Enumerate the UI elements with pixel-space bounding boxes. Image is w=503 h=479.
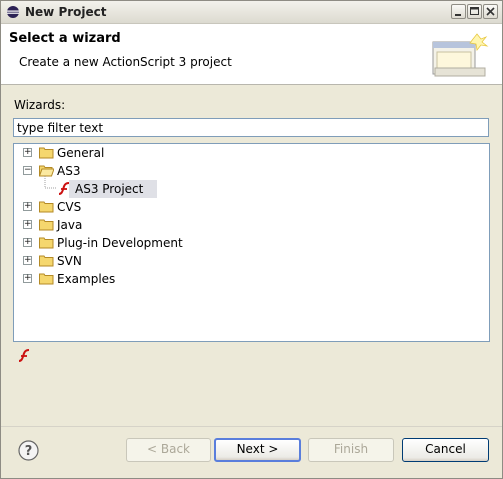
cancel-button[interactable]: Cancel [402,438,489,462]
finish-button[interactable]: Finish [308,438,394,462]
banner-title: Select a wizard [9,31,121,46]
help-icon[interactable]: ? [18,440,39,461]
tree-item-cvs[interactable]: + CVS [14,198,484,216]
wizard-tree[interactable]: + General − AS3 AS3 Project + CVS + Java… [13,143,490,342]
tree-item-as3[interactable]: − AS3 [14,162,484,180]
tree-item-label: Plug-in Development [57,236,183,250]
back-button[interactable]: < Back [126,438,211,462]
tree-item-label: CVS [57,200,82,214]
tree-item-label: Examples [57,272,116,286]
folder-icon [39,255,54,267]
folder-icon [39,201,54,213]
expand-icon[interactable]: + [23,148,32,157]
wizards-label: Wizards: [14,98,65,112]
footer-divider [1,426,502,427]
folder-icon [39,219,54,231]
tree-item-label: AS3 Project [75,182,144,196]
close-button[interactable] [483,4,498,19]
minimize-icon [455,14,461,16]
minimize-button[interactable] [451,4,466,19]
collapse-icon[interactable]: − [23,166,32,175]
close-icon [486,7,495,16]
tree-item-general[interactable]: + General [14,144,484,162]
folder-icon [39,147,54,159]
new-project-dialog: New Project Select a wizard Create a new… [0,0,503,479]
window-title: New Project [25,5,107,19]
tree-item-as3-project[interactable]: AS3 Project [14,176,484,198]
svg-text:?: ? [25,444,33,459]
maximize-button[interactable] [467,4,482,19]
expand-icon[interactable]: + [23,202,32,211]
tree-item-label: Java [57,218,83,232]
tree-item-label: SVN [57,254,82,268]
wizards-label-text: Wizards: [14,98,66,112]
tree-item-label: AS3 [57,164,81,178]
next-button[interactable]: Next > [214,438,301,462]
expand-icon[interactable]: + [23,220,32,229]
tree-connector-icon [44,176,57,189]
flash-icon [18,349,30,362]
wizard-banner-icon [432,33,489,77]
expand-icon[interactable]: + [23,238,32,247]
tree-item-plugin-development[interactable]: + Plug-in Development [14,234,484,252]
flash-icon [58,182,70,195]
tree-item-examples[interactable]: + Examples [14,270,484,288]
folder-icon [39,237,54,249]
expand-icon[interactable]: + [23,256,32,265]
tree-item-java[interactable]: + Java [14,216,484,234]
folder-icon [39,273,54,285]
wizard-banner: Select a wizard Create a new ActionScrip… [1,24,502,85]
banner-description: Create a new ActionScript 3 project [19,55,232,69]
eclipse-icon [7,6,19,18]
expand-icon[interactable]: + [23,274,32,283]
filter-input[interactable] [13,118,489,137]
tree-item-label: General [57,146,105,160]
maximize-icon [470,7,479,15]
tree-item-svn[interactable]: + SVN [14,252,484,270]
title-bar[interactable]: New Project [1,1,502,24]
